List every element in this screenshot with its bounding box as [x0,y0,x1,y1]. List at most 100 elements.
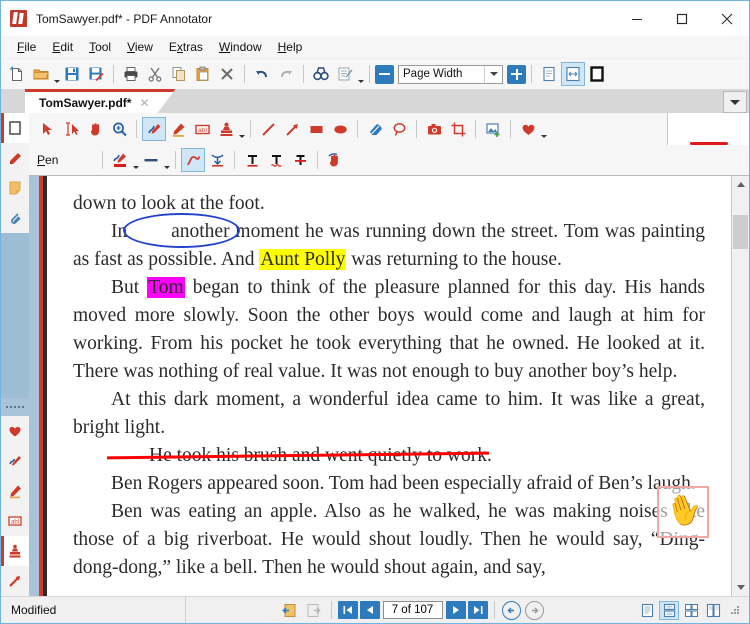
pen-thickness-caret-icon[interactable] [163,145,170,176]
underline-text-icon[interactable] [240,148,264,172]
open-folder-icon[interactable] [29,62,53,86]
eraser-icon[interactable] [363,117,387,141]
sidebar-item-notes[interactable] [1,173,29,203]
freehand-stroke-icon[interactable] [181,148,205,172]
save-icon[interactable] [60,62,84,86]
page-number-field[interactable]: 7 of 107 [382,601,443,619]
menu-help[interactable]: Help [270,38,311,56]
highlight-yellow-annotation[interactable]: Aunt Polly [259,249,347,270]
sidebar-item-text-box[interactable]: abl [1,506,29,536]
stamp-icon[interactable] [214,117,238,141]
line-icon[interactable] [256,117,280,141]
fit-page-view-icon[interactable] [561,62,585,86]
select-arrow-icon[interactable] [35,117,59,141]
new-document-icon[interactable] [5,62,29,86]
strikethrough-text-icon[interactable] [288,148,312,172]
menu-view[interactable]: View [119,38,161,56]
window-resize-grip[interactable] [729,604,741,616]
pan-hand-icon[interactable] [83,117,107,141]
menu-file[interactable]: File [9,38,44,56]
sidebar-item-favorites[interactable] [1,416,29,446]
pen-color-caret-icon[interactable] [132,145,139,176]
next-page-icon[interactable] [445,601,466,619]
maximize-button[interactable] [659,1,704,36]
previous-page-icon[interactable] [359,601,380,619]
zoom-level-select[interactable]: Page Width [398,64,503,84]
view-mode-facing-icon[interactable] [703,601,723,620]
pdf-page[interactable]: down to look at the foot. In another mom… [43,176,731,596]
favorites-caret-icon[interactable] [540,114,547,145]
print-icon[interactable] [119,62,143,86]
view-mode-continuous-icon[interactable] [659,600,679,620]
copy-icon[interactable] [167,62,191,86]
view-mode-single-icon[interactable] [637,601,657,620]
rotate-page-left-icon[interactable] [278,598,302,622]
close-button[interactable] [704,1,749,36]
scroll-track[interactable] [732,193,749,579]
minimize-button[interactable] [614,1,659,36]
zoom-in-button[interactable] [507,64,526,84]
navigate-back-icon[interactable] [501,600,521,620]
full-screen-view-icon[interactable] [585,62,609,86]
open-dropdown-caret-icon[interactable] [53,59,60,90]
sidebar-item-attachments[interactable] [1,203,29,233]
sidebar-item-stamp[interactable] [1,536,29,566]
palm-rejection-icon[interactable] [323,148,347,172]
text-box-icon[interactable]: abl [190,117,214,141]
tab-tomsawyer[interactable]: TomSawyer.pdf* ✕ [25,89,176,113]
rotate-page-right-icon[interactable] [302,598,326,622]
page-assistant-icon[interactable] [333,62,357,86]
sidebar-item-pen[interactable] [1,446,29,476]
last-page-icon[interactable] [467,601,488,619]
menu-tool[interactable]: Tool [81,38,119,56]
menu-edit[interactable]: Edit [44,38,81,56]
lasso-icon[interactable] [387,117,411,141]
pen-thickness-icon[interactable] [139,148,163,172]
highlighter-icon[interactable] [166,117,190,141]
page-assistant-caret-icon[interactable] [357,59,364,90]
pen-icon[interactable] [142,117,166,141]
sidebar-drag-handle[interactable] [1,398,29,416]
sidebar-item-bookmarks[interactable] [1,143,29,173]
sidebar-item-arrow[interactable] [1,566,29,596]
view-mode-grid-icon[interactable] [681,601,701,620]
sidebar-item-highlighter[interactable] [1,476,29,506]
zoom-magnifier-icon[interactable] [107,117,131,141]
hand-stamp-preview[interactable]: ✋ [657,486,709,538]
ellipse-annotation[interactable]: another [123,213,241,248]
single-page-view-icon[interactable] [537,62,561,86]
find-binoculars-icon[interactable] [309,62,333,86]
first-page-icon[interactable] [337,601,358,619]
stamp-caret-icon[interactable] [238,114,245,145]
paste-icon[interactable] [191,62,215,86]
favorites-heart-icon[interactable] [516,117,540,141]
sidebar-item-pages[interactable] [1,113,29,143]
scroll-down-arrow-icon[interactable] [732,579,749,596]
highlight-magenta-annotation[interactable]: Tom [147,277,185,298]
chevron-down-icon[interactable] [484,65,502,83]
tab-close-icon[interactable]: ✕ [139,96,149,110]
pen-color-icon[interactable] [108,148,132,172]
crop-icon[interactable] [446,117,470,141]
vertical-scrollbar[interactable] [731,176,749,596]
arrow-icon[interactable] [280,117,304,141]
scroll-up-arrow-icon[interactable] [732,176,749,193]
ellipse-icon[interactable] [328,117,352,141]
menu-window[interactable]: Window [211,38,270,56]
smooth-stroke-icon[interactable] [205,148,229,172]
zoom-out-button[interactable] [375,64,394,84]
undo-icon[interactable] [250,62,274,86]
squiggly-underline-icon[interactable] [264,148,288,172]
menu-extras[interactable]: Extras [161,38,211,56]
tab-list-dropdown-icon[interactable] [723,91,747,113]
select-text-icon[interactable] [59,117,83,141]
insert-image-icon[interactable] [481,117,505,141]
rectangle-icon[interactable] [304,117,328,141]
save-as-icon[interactable] [84,62,108,86]
delete-x-icon[interactable] [215,62,239,86]
redo-icon[interactable] [274,62,298,86]
snapshot-camera-icon[interactable] [422,117,446,141]
cut-scissors-icon[interactable] [143,62,167,86]
navigate-forward-icon[interactable] [524,600,544,620]
strikethrough-annotation[interactable]: He took his brush and went quietly to wo… [111,442,487,470]
